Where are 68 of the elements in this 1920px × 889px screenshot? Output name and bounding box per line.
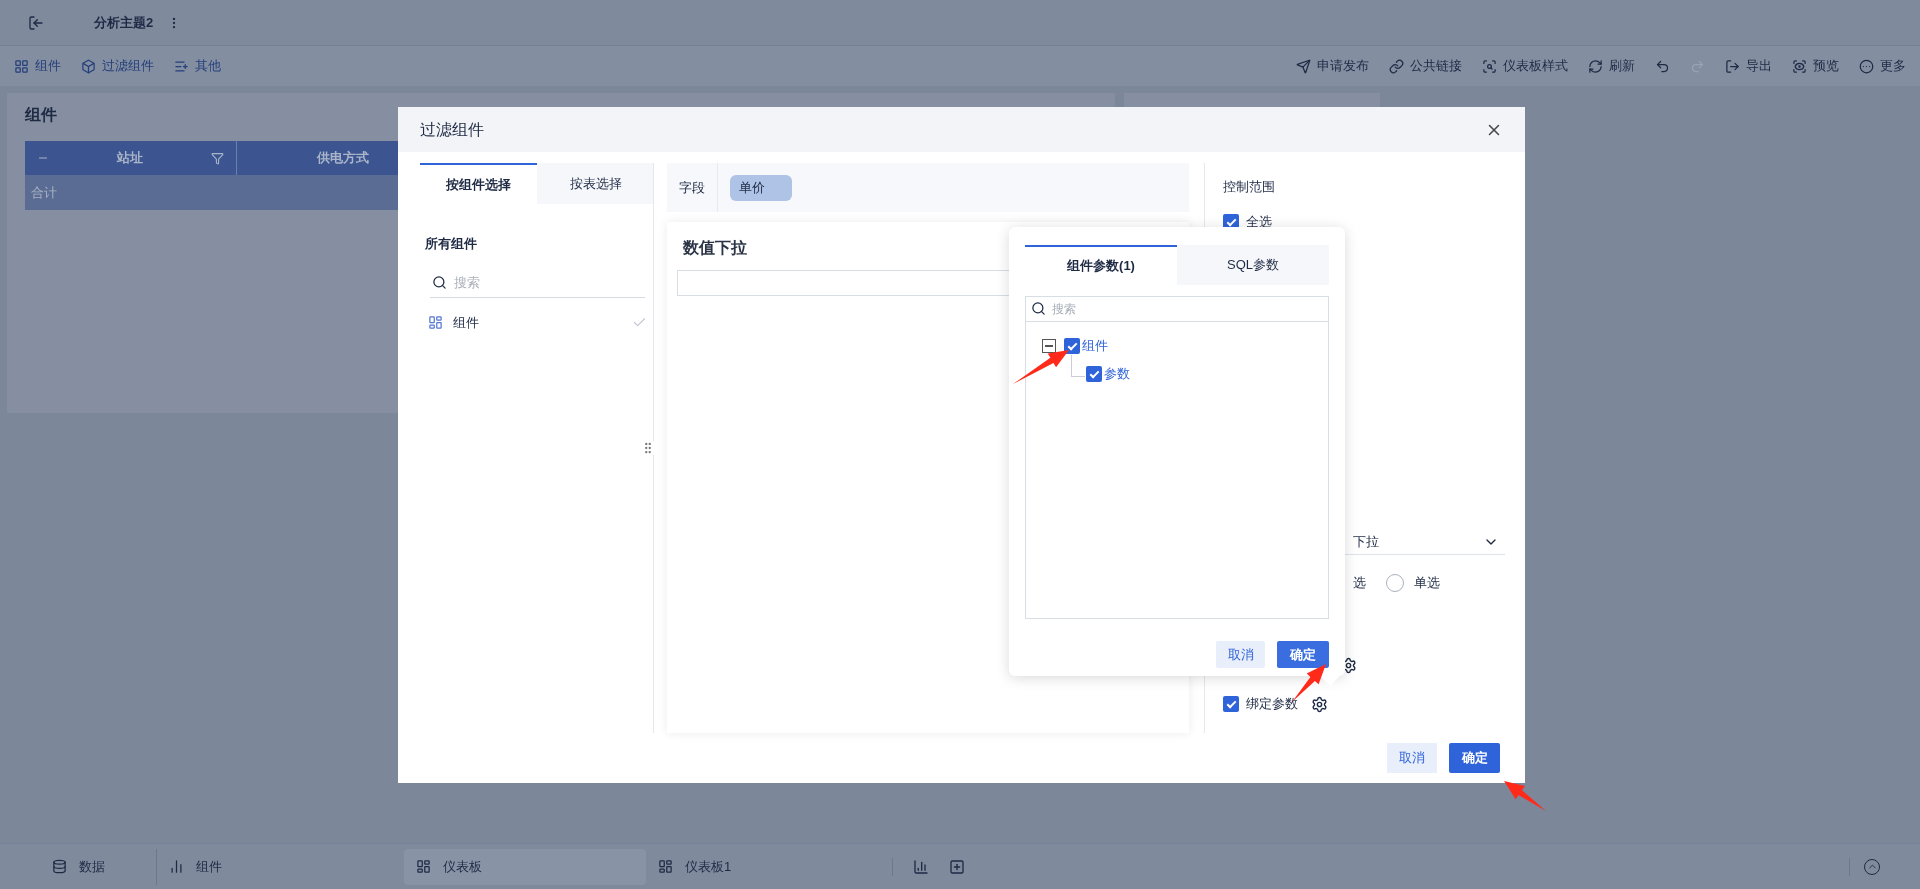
exit-icon[interactable] <box>28 14 44 31</box>
export-icon <box>1725 58 1740 74</box>
search-icon <box>432 274 447 290</box>
panel-title: 组件 <box>25 105 58 123</box>
toolbar-button[interactable]: 预览 <box>1792 56 1839 76</box>
ok-button[interactable]: 确定 <box>1277 641 1329 668</box>
style-icon <box>1482 58 1497 74</box>
checkbox[interactable] <box>1064 338 1080 354</box>
undo-icon[interactable] <box>1655 58 1670 74</box>
tab[interactable]: 按表选择 <box>537 163 654 204</box>
cancel-button[interactable]: 取消 <box>1216 641 1265 668</box>
sheet-tab[interactable]: 仪表板1 <box>646 848 872 885</box>
preview-title: 数值下拉 <box>682 238 748 258</box>
cube-icon <box>81 58 96 74</box>
ok-button[interactable]: 确定 <box>1449 743 1500 773</box>
section-heading: 所有组件 <box>424 235 478 253</box>
link-icon <box>1389 58 1404 74</box>
toolbar-button[interactable]: 仪表板样式 <box>1482 56 1568 76</box>
chart-icon <box>169 859 184 874</box>
toolbar-button[interactable]: 导出 <box>1725 56 1772 76</box>
sheet-tab[interactable]: 数据 <box>40 848 156 885</box>
field-chip[interactable]: 单价 <box>730 174 792 201</box>
sort-filter-icon[interactable] <box>211 151 224 165</box>
option-label: 选 <box>1353 574 1366 593</box>
checkbox-label: 绑定参数 <box>1246 695 1298 714</box>
grid-icon <box>14 58 29 74</box>
component-item[interactable]: 组件 <box>428 309 647 336</box>
tree-connector-line <box>1071 355 1085 377</box>
cancel-button[interactable]: 取消 <box>1387 743 1437 773</box>
annotation-arrow <box>1504 781 1546 811</box>
add-dashboard-icon[interactable] <box>949 858 965 875</box>
toolbar-button[interactable]: 公共链接 <box>1389 56 1462 76</box>
dashboard-icon <box>658 859 673 874</box>
annotation-arrow <box>1013 350 1069 384</box>
toolbar-button[interactable]: 组件 <box>14 56 61 76</box>
send-icon <box>1296 58 1311 74</box>
tree-item-label[interactable]: 组件 <box>1082 336 1108 356</box>
dialog-title: 过滤组件 <box>420 119 484 140</box>
tree-item-label[interactable]: 参数 <box>1104 364 1130 384</box>
radio-label: 单选 <box>1414 574 1440 593</box>
search-icon <box>1031 301 1046 316</box>
search-field[interactable]: 搜索 <box>1025 296 1329 322</box>
checkbox[interactable] <box>1086 366 1102 382</box>
tab[interactable]: SQL参数 <box>1177 245 1329 285</box>
toolbar-button[interactable]: 刷新 <box>1588 56 1635 76</box>
search-field[interactable]: 搜索 <box>430 267 645 298</box>
table-icon <box>428 315 443 330</box>
sheet-tab[interactable]: 组件 <box>156 848 272 885</box>
table-cell-text: 合计 <box>30 183 58 202</box>
dashboard-title: 分析主题2 <box>94 13 154 32</box>
dashboard-icon <box>416 859 431 874</box>
add-chart-icon[interactable] <box>913 858 929 875</box>
list-icon <box>174 58 189 74</box>
toolbar-button[interactable]: 过滤组件 <box>81 56 154 76</box>
toolbar-button[interactable]: 更多 <box>1859 56 1906 76</box>
collapse-icon[interactable] <box>1042 339 1056 353</box>
database-icon <box>52 859 67 874</box>
settings-icon[interactable] <box>1311 695 1328 713</box>
section-heading: 控制范围 <box>1223 178 1276 197</box>
field-label: 字段 <box>667 163 718 212</box>
toolbar-button[interactable]: 其他 <box>174 56 221 76</box>
toolbar-button[interactable]: 申请发布 <box>1296 56 1369 76</box>
checkbox-label: 全选 <box>1246 213 1272 232</box>
preview-icon <box>1792 58 1807 74</box>
sheet-tab[interactable]: 仪表板 <box>404 848 646 885</box>
more-icon <box>1859 58 1874 74</box>
checkbox[interactable] <box>1223 696 1239 712</box>
refresh-icon <box>1588 58 1603 74</box>
